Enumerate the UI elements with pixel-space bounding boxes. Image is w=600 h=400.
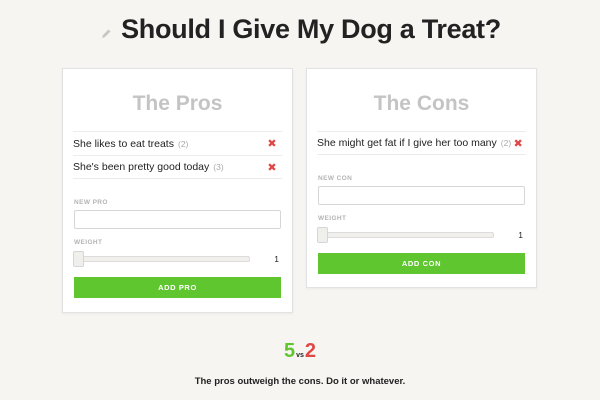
item-text: She might get fat if I give her too many [317, 137, 497, 149]
page-header: Should I Give My Dog a Treat? [0, 14, 600, 45]
cons-card: The Cons She might get fat if I give her… [306, 68, 537, 288]
pro-weight-slider[interactable] [73, 251, 250, 267]
con-weight-slider-row: 1 [317, 227, 525, 243]
new-con-input[interactable] [318, 186, 525, 205]
cons-list: She might get fat if I give her too many… [307, 131, 536, 155]
list-item: She likes to eat treats (2) ✖ [73, 131, 282, 155]
item-text: She's been pretty good today [73, 161, 210, 173]
pro-weight-value: 1 [274, 254, 279, 264]
pros-heading: The Pros [132, 92, 223, 115]
new-con-label: NEW CON [318, 175, 353, 182]
new-pro-input[interactable] [74, 210, 281, 229]
delete-icon[interactable]: ✖ [263, 161, 281, 174]
delete-icon[interactable]: ✖ [263, 137, 281, 150]
add-con-button[interactable]: ADD CON [318, 253, 525, 274]
item-text: She likes to eat treats [73, 137, 174, 150]
delete-icon[interactable]: ✖ [511, 137, 525, 150]
pro-weight-label: WEIGHT [74, 239, 103, 246]
pros-card: The Pros She likes to eat treats (2) ✖ S… [62, 68, 293, 313]
pros-list: She likes to eat treats (2) ✖ She's been… [63, 131, 292, 179]
item-weight: (2) [500, 138, 512, 148]
list-item: She might get fat if I give her too many… [317, 131, 526, 155]
item-weight: (2) [177, 138, 189, 149]
list-item: She's been pretty good today (3) ✖ [73, 155, 282, 179]
con-weight-slider-thumb[interactable] [317, 227, 328, 243]
verdict-text: The pros outweigh the cons. Do it or wha… [194, 376, 406, 387]
page-title: Should I Give My Dog a Treat? [121, 14, 501, 44]
pencil-icon [99, 27, 113, 41]
pros-score: 5 [283, 340, 296, 362]
pro-weight-slider-row: 1 [73, 251, 281, 267]
new-pro-label: NEW PRO [74, 199, 108, 206]
con-weight-value: 1 [518, 230, 523, 240]
pro-weight-slider-thumb[interactable] [73, 251, 84, 267]
cons-heading: The Cons [373, 92, 470, 115]
add-pro-button[interactable]: ADD PRO [74, 277, 281, 298]
item-weight: (3) [213, 162, 224, 172]
cons-score: 2 [304, 340, 317, 362]
score-vs: vs [296, 352, 304, 359]
score-summary: 5vs2 [0, 340, 600, 363]
con-weight-slider[interactable] [317, 227, 494, 243]
con-weight-label: WEIGHT [318, 215, 347, 222]
